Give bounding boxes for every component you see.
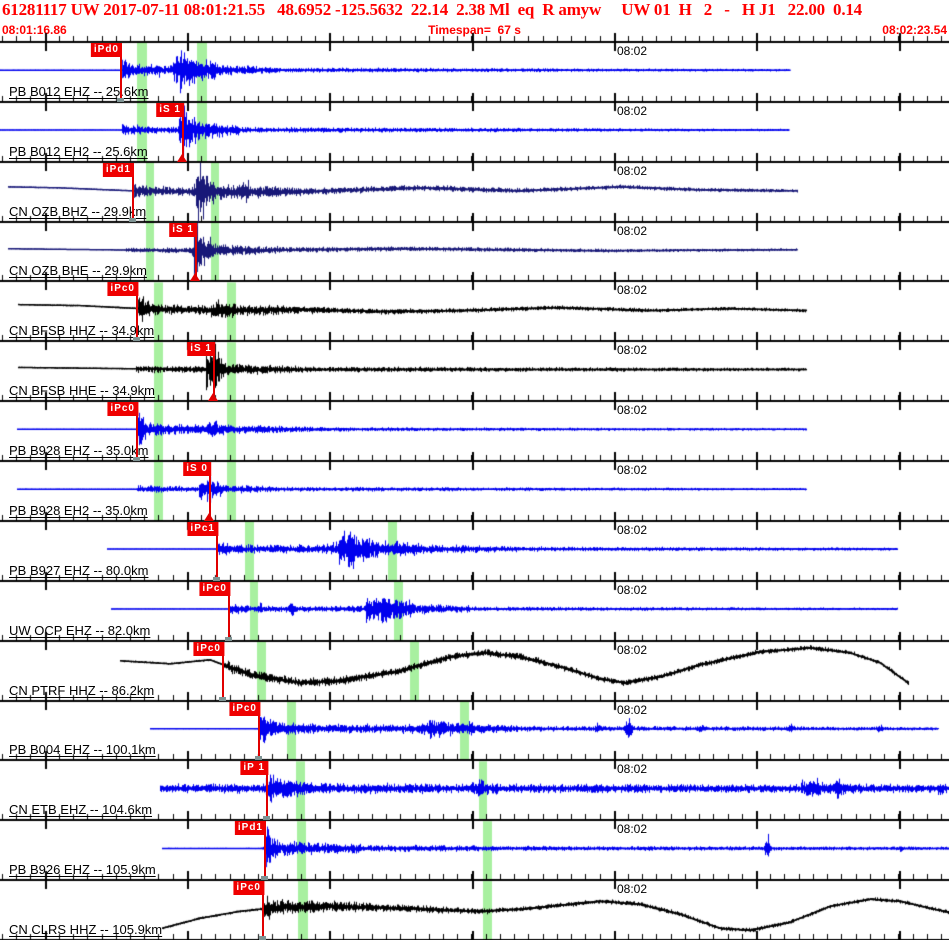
trace-row[interactable] [0, 401, 949, 461]
trace-row[interactable] [0, 820, 949, 880]
trace-row[interactable] [0, 760, 949, 820]
trace-row[interactable] [0, 42, 949, 102]
trace-row[interactable] [0, 641, 949, 701]
trace-row[interactable] [0, 281, 949, 341]
seismic-review-window: 61281117 UW 2017-07-11 08:01:21.55 48.69… [0, 0, 949, 940]
trace-row[interactable] [0, 880, 949, 940]
trace-row[interactable] [0, 341, 949, 401]
trace-row[interactable] [0, 581, 949, 641]
trace-row[interactable] [0, 461, 949, 521]
trace-row[interactable] [0, 162, 949, 222]
trace-row[interactable] [0, 102, 949, 162]
trace-row[interactable] [0, 521, 949, 581]
trace-row[interactable] [0, 222, 949, 282]
trace-row[interactable] [0, 701, 949, 761]
